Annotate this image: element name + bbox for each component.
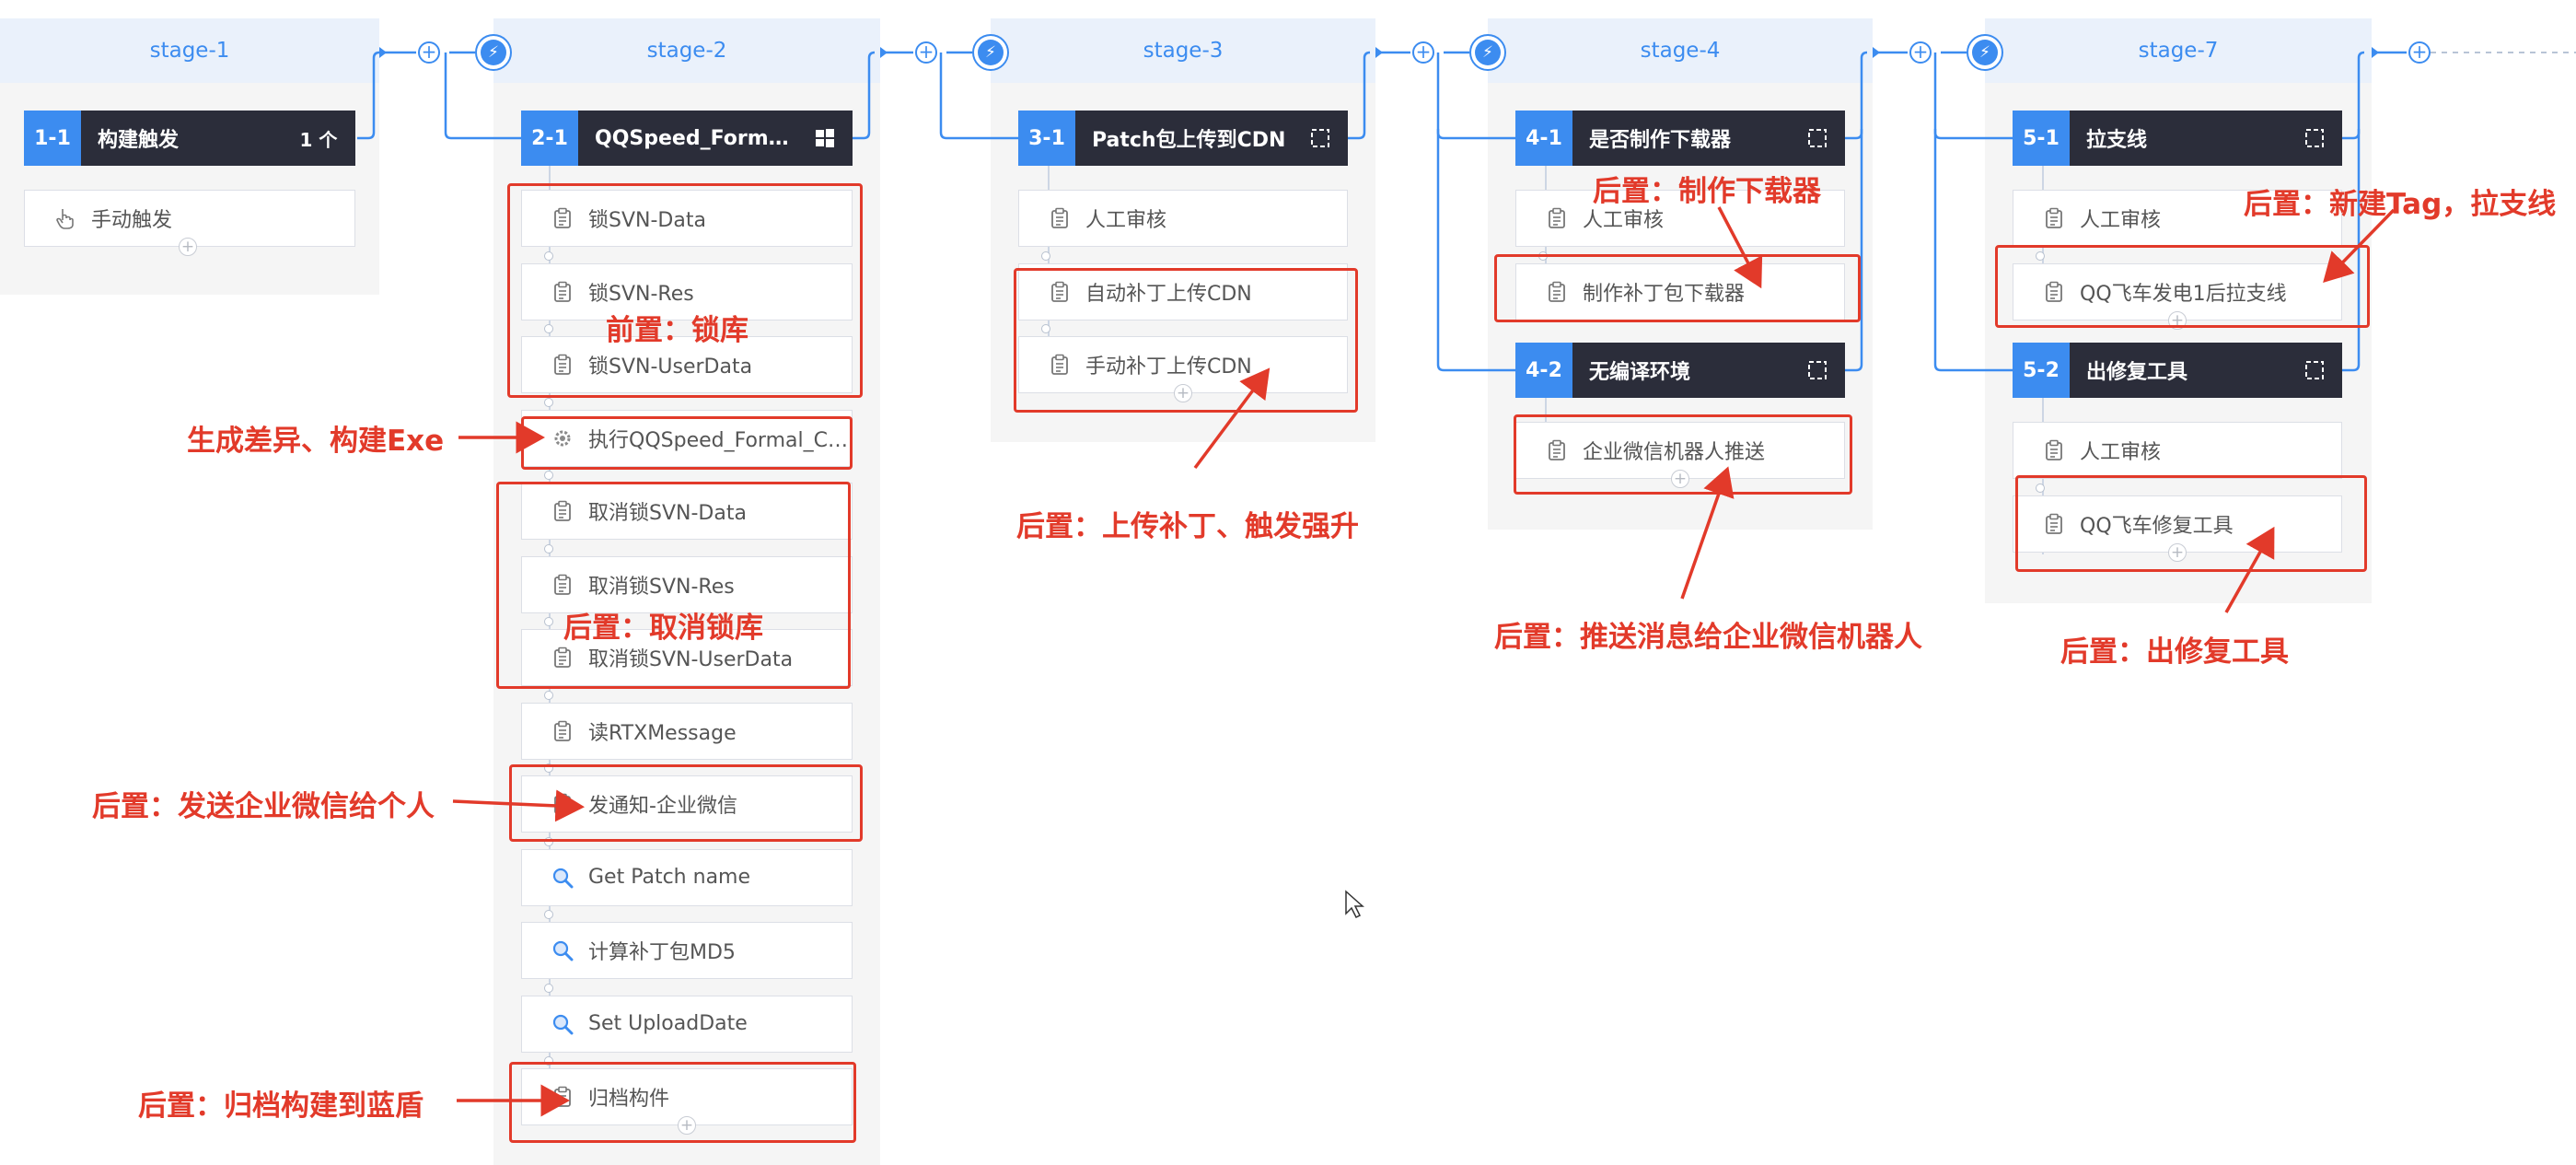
- mouse-cursor-icon: [1345, 890, 1364, 919]
